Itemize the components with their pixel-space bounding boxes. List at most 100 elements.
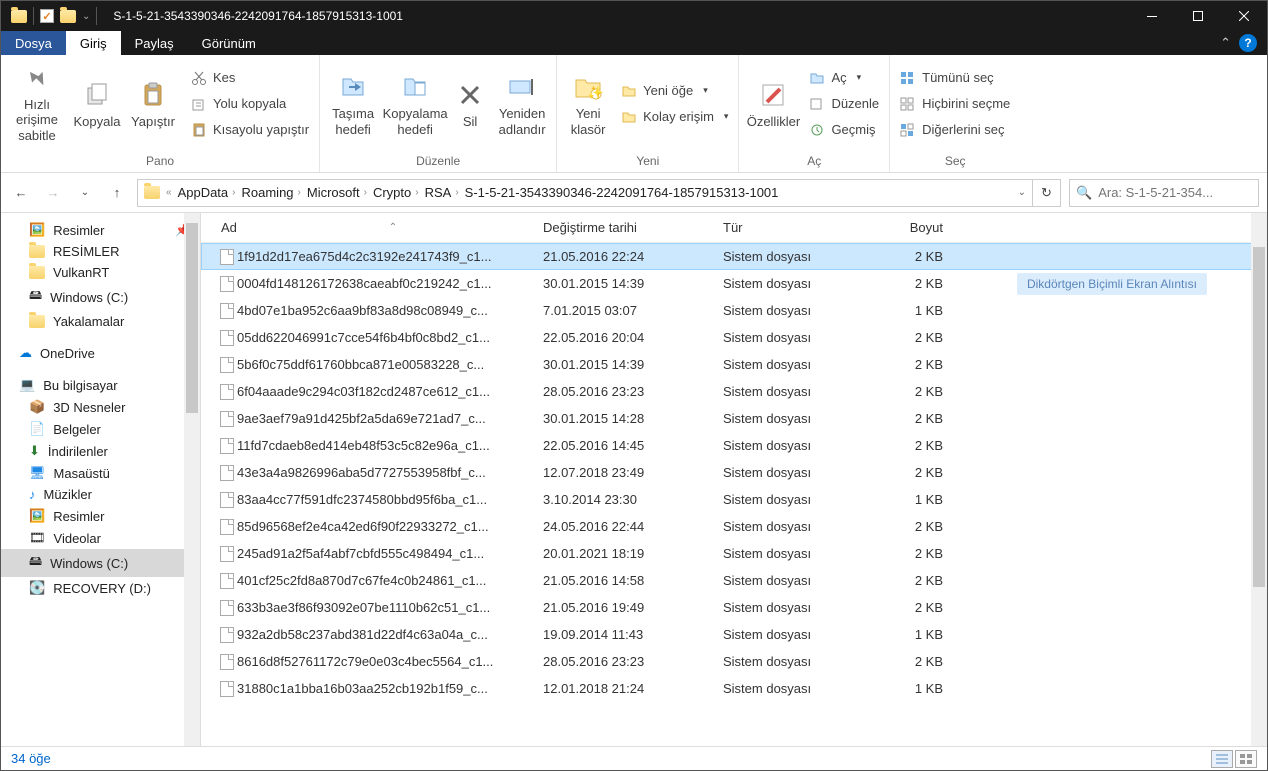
nav-item-selected[interactable]: 🖴Windows (C:): [1, 549, 200, 577]
file-icon: [217, 249, 237, 265]
tab-file[interactable]: Dosya: [1, 31, 66, 55]
column-type[interactable]: Tür: [723, 220, 873, 235]
new-folder-qat-icon[interactable]: [60, 10, 76, 23]
column-date[interactable]: Değiştirme tarihi: [543, 220, 723, 235]
file-size: 2 KB: [873, 654, 953, 669]
file-type: Sistem dosyası: [723, 654, 873, 669]
nav-item[interactable]: 📄Belgeler: [1, 418, 200, 440]
file-row[interactable]: 31880c1a1bba16b03aa252cb192b1f59_c...12.…: [201, 675, 1267, 702]
nav-item[interactable]: 🖥Masaüstü: [1, 462, 200, 484]
folder-icon: [29, 266, 45, 279]
file-scrollbar[interactable]: [1251, 213, 1267, 746]
file-row[interactable]: 932a2db58c237abd381d22df4c63a04a_c...19.…: [201, 621, 1267, 648]
file-date: 21.05.2016 19:49: [543, 600, 723, 615]
nav-onedrive[interactable]: ☁OneDrive: [1, 342, 200, 364]
file-date: 22.05.2016 20:04: [543, 330, 723, 345]
navigation-pane[interactable]: 🖼️Resimler📌 RESİMLER VulkanRT 🖴Windows (…: [1, 213, 201, 746]
file-row[interactable]: 401cf25c2fd8a870d7c67fe4c0b24861_c1...21…: [201, 567, 1267, 594]
file-row[interactable]: 245ad91a2f5af4abf7cbfd555c498494_c1...20…: [201, 540, 1267, 567]
edit-button[interactable]: Düzenle: [805, 92, 883, 116]
delete-button[interactable]: Sil: [450, 64, 490, 144]
nav-item[interactable]: Yakalamalar: [1, 311, 200, 332]
move-to-button[interactable]: Taşıma hedefi: [326, 64, 380, 144]
refresh-button[interactable]: ↻: [1033, 179, 1061, 207]
tab-home[interactable]: Giriş: [66, 31, 121, 55]
file-name: 9ae3aef79a91d425bf2a5da69e721ad7_c...: [237, 411, 543, 426]
file-row[interactable]: 4bd07e1ba952c6aa9bf83a8d98c08949_c...7.0…: [201, 297, 1267, 324]
paste-button[interactable]: Yapıştır: [127, 64, 179, 144]
file-row[interactable]: 85d96568ef2e4ca42ed6f90f22933272_c1...24…: [201, 513, 1267, 540]
select-all-button[interactable]: Tümünü seç: [896, 66, 1014, 90]
nav-item[interactable]: RESİMLER: [1, 241, 200, 262]
new-item-button[interactable]: Yeni öğe▾: [617, 79, 732, 103]
tab-view[interactable]: Görünüm: [188, 31, 270, 55]
new-folder-button[interactable]: ✨Yeni klasör: [563, 64, 613, 144]
column-headers[interactable]: Ad⌃ Değiştirme tarihi Tür Boyut: [201, 213, 1267, 243]
file-row[interactable]: 5b6f0c75ddf61760bbca871e00583228_c...30.…: [201, 351, 1267, 378]
cut-button[interactable]: Kes: [187, 66, 313, 90]
ribbon-collapse-icon[interactable]: ⌃: [1220, 35, 1231, 51]
rename-button[interactable]: Yeniden adlandır: [494, 64, 550, 144]
folder-icon: [29, 245, 45, 258]
nav-item[interactable]: ⬇İndirilenler: [1, 440, 200, 462]
breadcrumb[interactable]: « AppData › Roaming › Microsoft › Crypto…: [137, 179, 1033, 207]
qat-dropdown-icon[interactable]: ⌄: [82, 11, 90, 22]
column-size[interactable]: Boyut: [873, 220, 953, 235]
minimize-button[interactable]: [1129, 1, 1175, 31]
select-none-button[interactable]: Hiçbirini seçme: [896, 92, 1014, 116]
maximize-button[interactable]: [1175, 1, 1221, 31]
file-row[interactable]: 11fd7cdaeb8ed414eb48f53c5c82e96a_c1...22…: [201, 432, 1267, 459]
file-row[interactable]: 1f91d2d17ea675d4c2c3192e241743f9_c1...21…: [201, 243, 1267, 270]
view-details-button[interactable]: [1211, 750, 1233, 768]
column-name[interactable]: Ad⌃: [217, 220, 543, 235]
nav-scrollbar[interactable]: [184, 213, 200, 746]
file-row[interactable]: 8616d8f52761172c79e0e03c4bec5564_c1...28…: [201, 648, 1267, 675]
search-box[interactable]: 🔍: [1069, 179, 1259, 207]
nav-item[interactable]: 🎞Videolar: [1, 527, 200, 549]
invert-selection-button[interactable]: Diğerlerini seç: [896, 118, 1014, 142]
pin-to-quick-access-button[interactable]: Hızlı erişime sabitle: [7, 64, 67, 144]
help-icon[interactable]: ?: [1239, 34, 1257, 52]
status-bar: 34 öğe: [1, 746, 1267, 770]
file-row[interactable]: 9ae3aef79a91d425bf2a5da69e721ad7_c...30.…: [201, 405, 1267, 432]
properties-button[interactable]: Özellikler: [745, 64, 801, 144]
file-row[interactable]: 6f04aaade9c294c03f182cd2487ce612_c1...28…: [201, 378, 1267, 405]
copy-button[interactable]: Kopyala: [71, 64, 123, 144]
nav-item[interactable]: 🖼️Resimler📌: [1, 219, 200, 241]
file-name: 633b3ae3f86f93092e07be1110b62c51_c1...: [237, 600, 543, 615]
file-row[interactable]: 05dd622046991c7cce54f6b4bf0c8bd2_c1...22…: [201, 324, 1267, 351]
nav-item[interactable]: ♪Müzikler: [1, 484, 200, 505]
file-date: 28.05.2016 23:23: [543, 654, 723, 669]
search-input[interactable]: [1098, 185, 1268, 200]
file-name: 6f04aaade9c294c03f182cd2487ce612_c1...: [237, 384, 543, 399]
file-type: Sistem dosyası: [723, 384, 873, 399]
easy-access-button[interactable]: Kolay erişim▾: [617, 105, 732, 129]
nav-item[interactable]: VulkanRT: [1, 262, 200, 283]
file-date: 22.05.2016 14:45: [543, 438, 723, 453]
nav-this-pc[interactable]: 💻Bu bilgisayar: [1, 374, 200, 396]
copy-to-button[interactable]: Kopyalama hedefi: [384, 64, 446, 144]
tab-share[interactable]: Paylaş: [121, 31, 188, 55]
file-date: 7.01.2015 03:07: [543, 303, 723, 318]
paste-shortcut-button[interactable]: Kısayolu yapıştır: [187, 118, 313, 142]
close-button[interactable]: [1221, 1, 1267, 31]
view-icons-button[interactable]: [1235, 750, 1257, 768]
nav-item[interactable]: 🖼️Resimler: [1, 505, 200, 527]
file-row[interactable]: 83aa4cc77f591dfc2374580bbd95f6ba_c1...3.…: [201, 486, 1267, 513]
nav-item[interactable]: 📦3D Nesneler: [1, 396, 200, 418]
file-row[interactable]: 43e3a4a9826996aba5d7727553958fbf_c...12.…: [201, 459, 1267, 486]
up-button[interactable]: ↑: [105, 181, 129, 205]
back-button[interactable]: ←: [9, 181, 33, 205]
nav-item[interactable]: 🖴Windows (C:): [1, 283, 200, 311]
file-date: 24.05.2016 22:44: [543, 519, 723, 534]
nav-item[interactable]: 💽RECOVERY (D:): [1, 577, 200, 599]
copy-path-button[interactable]: Yolu kopyala: [187, 92, 313, 116]
properties-qat-icon[interactable]: ✓: [40, 9, 54, 23]
open-button[interactable]: Aç▾: [805, 66, 883, 90]
file-row[interactable]: 0004fd148126172638caeabf0c219242_c1...30…: [201, 270, 1267, 297]
file-size: 2 KB: [873, 384, 953, 399]
recent-locations-button[interactable]: ⌄: [73, 181, 97, 205]
history-button[interactable]: Geçmiş: [805, 118, 883, 142]
forward-button[interactable]: →: [41, 181, 65, 205]
file-row[interactable]: 633b3ae3f86f93092e07be1110b62c51_c1...21…: [201, 594, 1267, 621]
